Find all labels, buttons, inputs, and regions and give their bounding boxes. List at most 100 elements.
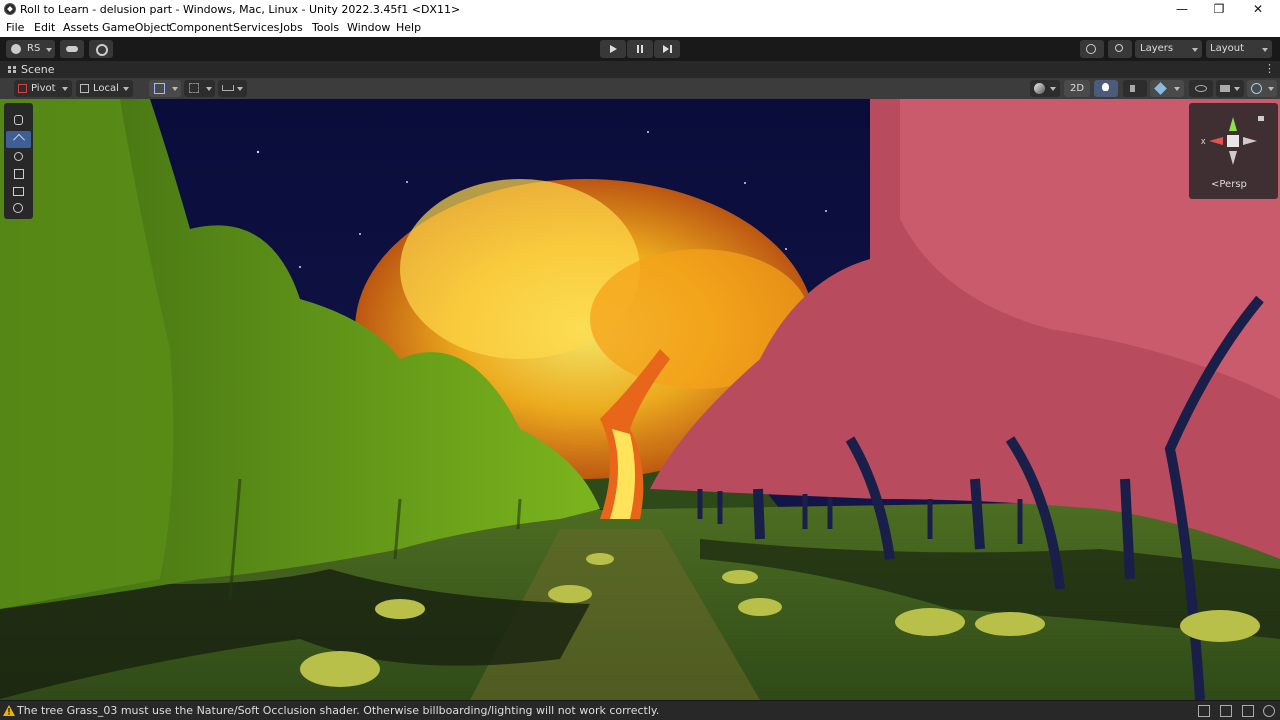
local-cube-icon [80, 84, 89, 93]
lightbulb-icon [1102, 83, 1109, 91]
move-tool-button[interactable] [6, 131, 31, 148]
hidden-eye-icon [1195, 85, 1207, 92]
projection-label[interactable]: <Persp [1211, 179, 1247, 190]
grid-snap-icon [154, 83, 165, 94]
gizmos-dropdown[interactable] [1247, 80, 1277, 97]
menu-services[interactable]: Services [233, 21, 279, 34]
account-icon [11, 44, 21, 54]
step-button[interactable] [654, 40, 680, 58]
close-button[interactable]: ✕ [1235, 0, 1280, 19]
chevron-down-icon [1234, 87, 1240, 91]
menu-tools[interactable]: Tools [312, 21, 339, 34]
chevron-down-icon [62, 87, 68, 91]
chevron-down-icon [1174, 87, 1180, 91]
pivot-icon [18, 84, 27, 93]
local-label: Local [93, 83, 119, 94]
rotate-icon [14, 152, 23, 161]
camera-icon [1220, 85, 1230, 92]
chevron-down-icon [1050, 87, 1056, 91]
shaded-sphere-icon [1034, 83, 1045, 94]
search-icon [1115, 44, 1123, 52]
transform-tool-button[interactable] [6, 200, 31, 217]
warning-icon [3, 705, 15, 716]
cloud-icon [66, 46, 78, 52]
undo-history-button[interactable] [1080, 40, 1104, 58]
cache-server-icon[interactable] [1242, 705, 1254, 717]
audio-toggle[interactable] [1123, 80, 1147, 97]
layout-label: Layout [1210, 43, 1244, 54]
transform-icon [13, 203, 23, 213]
account-dropdown[interactable]: RS [6, 40, 55, 58]
auto-refresh-icon[interactable] [1263, 705, 1275, 717]
progress-icon[interactable] [1220, 705, 1232, 717]
status-bar: The tree Grass_03 must use the Nature/So… [0, 701, 1280, 720]
tab-more-menu-icon[interactable]: ⋮ [1264, 62, 1275, 75]
menu-bar: File Edit Assets GameObject Component Se… [0, 19, 1280, 38]
cloud-button[interactable] [60, 40, 84, 58]
chevron-down-icon [206, 87, 212, 91]
unity-logo-icon [4, 3, 16, 15]
chevron-down-icon [46, 48, 52, 52]
camera-settings-dropdown[interactable] [1216, 80, 1244, 97]
menu-component[interactable]: Component [169, 21, 233, 34]
draw-mode-dropdown[interactable] [1030, 80, 1060, 97]
menu-edit[interactable]: Edit [34, 21, 55, 34]
menu-jobs[interactable]: Jobs [280, 21, 303, 34]
account-label: RS [27, 43, 41, 54]
scene-tools-palette [4, 103, 33, 219]
menu-window[interactable]: Window [347, 21, 390, 34]
increment-snap-dropdown[interactable] [218, 80, 247, 97]
mute-speaker-icon [1130, 85, 1135, 92]
main-toolbar: RS Layers Layout [0, 37, 1280, 61]
ruler-icon [222, 85, 234, 91]
chevron-down-icon [237, 87, 243, 91]
window-title-bar: Roll to Learn - delusion part - Windows,… [0, 0, 1280, 19]
scene-viewport[interactable] [0, 99, 1280, 700]
layout-dropdown[interactable]: Layout [1206, 40, 1272, 58]
pause-icon [637, 45, 639, 53]
scene-toolbar: Pivot Local 2D [0, 78, 1280, 99]
console-warning-message[interactable]: The tree Grass_03 must use the Nature/So… [17, 704, 659, 717]
tab-scene[interactable]: Scene [21, 63, 55, 76]
rotate-tool-button[interactable] [6, 149, 31, 166]
effects-dropdown[interactable] [1150, 80, 1184, 97]
chevron-down-icon [1268, 87, 1274, 91]
rect-transform-icon [13, 187, 24, 196]
play-button[interactable] [600, 40, 626, 58]
scene-grid-icon [8, 66, 16, 73]
menu-file[interactable]: File [6, 21, 24, 34]
search-button[interactable] [1108, 40, 1132, 58]
scale-icon [14, 169, 24, 179]
hand-tool-button[interactable] [6, 112, 31, 129]
orientation-gizmo[interactable]: x <Persp [1189, 103, 1278, 199]
history-icon [1086, 44, 1096, 54]
chevron-down-icon [172, 87, 178, 91]
step-icon [663, 45, 669, 53]
gizmo-globe-icon [1251, 83, 1262, 94]
svg-text:x: x [1201, 136, 1206, 146]
scene-visibility-toggle[interactable] [1189, 80, 1213, 97]
menu-assets[interactable]: Assets [63, 21, 99, 34]
pivot-label: Pivot [31, 83, 56, 94]
scale-tool-button[interactable] [6, 166, 31, 183]
layers-dropdown[interactable]: Layers [1135, 40, 1202, 58]
menu-gameobject[interactable]: GameObject [102, 21, 171, 34]
play-icon [610, 45, 617, 53]
grid-snapping-toggle[interactable] [149, 80, 181, 97]
local-dropdown[interactable]: Local [76, 80, 133, 97]
hand-icon [14, 115, 23, 125]
grid-icon [189, 83, 199, 93]
lighting-toggle[interactable] [1094, 80, 1118, 97]
2d-toggle[interactable]: 2D [1064, 80, 1090, 97]
pause-button[interactable] [627, 40, 653, 58]
menu-help[interactable]: Help [396, 21, 421, 34]
scene-tab-bar: Scene ⋮ [0, 61, 1280, 78]
collab-button[interactable] [89, 40, 113, 58]
rect-tool-button[interactable] [6, 183, 31, 200]
pivot-dropdown[interactable]: Pivot [14, 80, 72, 97]
debug-mode-icon[interactable] [1198, 705, 1210, 717]
chevron-down-icon [1192, 48, 1198, 52]
layers-label: Layers [1140, 43, 1174, 54]
grid-visibility-dropdown[interactable] [184, 80, 215, 97]
2d-label: 2D [1070, 83, 1085, 94]
